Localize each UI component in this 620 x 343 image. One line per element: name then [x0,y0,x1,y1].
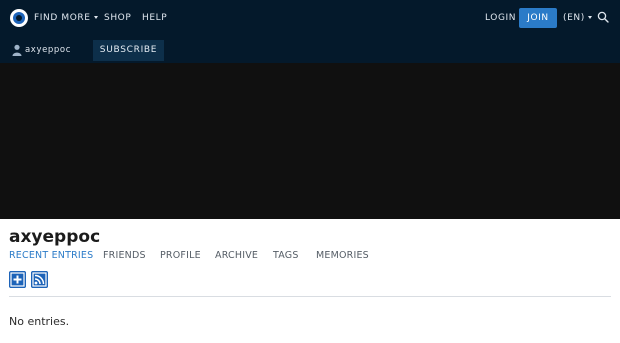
chevron-down-icon [587,16,592,19]
nav-help[interactable]: HELP [142,12,167,24]
tab-archive[interactable]: ARCHIVE [215,250,258,262]
nav-shop[interactable]: SHOP [104,12,131,24]
rss-icon[interactable] [31,271,48,288]
tab-friends[interactable]: FRIENDS [103,250,146,262]
site-logo-icon[interactable] [10,9,28,27]
nav-find-more[interactable]: FIND MORE [34,12,98,24]
tab-recent-entries[interactable]: RECENT ENTRIES [9,250,93,262]
join-button[interactable]: JOIN [519,8,557,28]
language-label: (EN) [563,13,585,23]
journal-banner [0,63,620,219]
subscribe-button[interactable]: SUBSCRIBE [93,40,164,61]
journal-title: axyeppoc [9,227,101,247]
language-selector[interactable]: (EN) [563,12,592,24]
empty-entries-message: No entries. [9,315,70,328]
username-link[interactable]: axyeppoc [25,44,71,56]
add-entry-icon[interactable] [9,271,26,288]
tab-tags[interactable]: TAGS [273,250,299,262]
content-divider [9,296,611,297]
login-link[interactable]: LOGIN [485,12,516,24]
nav-find-more-label: FIND MORE [34,13,91,23]
user-icon [12,44,22,56]
tab-memories[interactable]: MEMORIES [316,250,369,262]
search-icon[interactable] [597,11,609,23]
tab-profile[interactable]: PROFILE [160,250,201,262]
chevron-down-icon [93,16,98,19]
